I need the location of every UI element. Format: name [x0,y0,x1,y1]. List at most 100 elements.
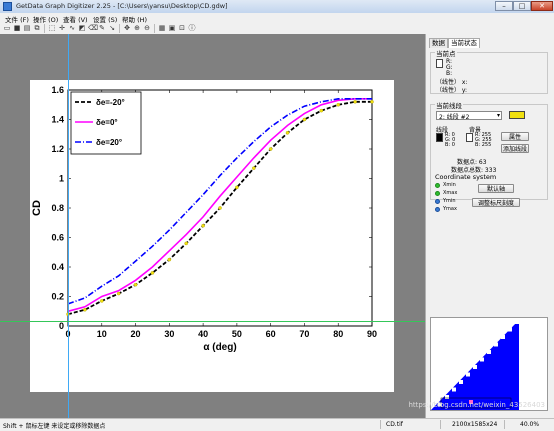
y-tick-label: 0 [59,321,64,331]
legend-label: δe=20° [96,138,122,147]
print-icon[interactable]: ▤ [23,24,31,32]
data-point-marker [336,102,340,107]
ymin-label: Ymin [443,198,456,204]
line-marker-color[interactable] [509,111,525,119]
data-point-marker [252,166,256,170]
eraser-icon[interactable]: ⌫ [88,24,98,32]
pencil-icon[interactable]: ✎ [98,24,106,32]
copy-icon[interactable]: ⧉ [33,24,41,32]
tab-data[interactable]: 数据 [429,38,448,48]
select-icon[interactable]: ⬚ [48,24,56,32]
line-properties-button[interactable]: 属性 [501,132,529,141]
coord-system-group: Coordinate system Xmin Xmax Ymin Ymax 默认… [430,173,548,218]
x-tick-label: 70 [299,329,309,339]
current-point-group: 当前点 R: G: B: （线性） x: （线性） y: [430,48,548,94]
point-y: （线性） y: [436,87,468,94]
legend-label: δe=0° [96,118,118,127]
image-workspace[interactable]: 010203040506070809000.20.40.60.811.21.41… [0,34,425,418]
overview-step [466,372,470,377]
chevron-down-icon: ▾ [496,112,500,119]
menu-bar: 文件 (F) 操作 (O) 查看 (V) 设置 (S) 帮助 (H) [0,13,554,24]
overview-step [480,357,484,362]
overview-step [473,365,477,369]
app-icon [3,2,12,11]
status-size: 2100x1585x24 [452,421,498,428]
status-bar: Shift + 鼠标左键 来设定或移除数据点 CD.tif 2100x1585x… [0,418,554,431]
x-tick-label: 50 [232,329,242,339]
xmax-radio[interactable] [435,191,440,196]
status-file: CD.tif [386,421,403,428]
watermark: https://blog.csdn.net/weixin_43526403 [408,401,545,409]
maximize-button[interactable]: □ [513,1,531,11]
y-tick-label: 0.8 [51,203,64,213]
overview-svg [431,320,519,410]
status-zoom: 40.0% [520,421,540,428]
data-point-marker [370,100,374,104]
area-icon[interactable]: ◩ [78,24,86,32]
legend-label: δe=-20° [96,98,125,107]
ymax-label: Ymax [443,206,457,212]
save-icon[interactable]: ■ [13,24,21,32]
x-tick-label: 90 [367,329,377,339]
move-icon[interactable]: ✥ [123,24,131,32]
data-point-marker [302,117,307,122]
x-tick-label: 40 [198,329,208,339]
add-line-button[interactable]: 添加线段 [501,144,529,153]
title-bar: GetData Graph Digitizer 2.25 - [C:\Users… [0,0,554,14]
line-select-value: 2: 线段 #2 [439,114,470,121]
default-axis-button[interactable]: 默认轴 [478,184,514,193]
info-icon[interactable]: ⓘ [188,24,196,32]
arrow-icon[interactable]: ↘ [108,24,116,32]
adjust-scale-button[interactable]: 调整标尺刻度 [472,198,520,207]
zoom-out-icon[interactable]: ⊖ [143,24,151,32]
x-tick-label: 30 [164,329,174,339]
overview-step [501,335,505,339]
ymax-radio[interactable] [435,207,440,212]
line-icon[interactable]: ∿ [68,24,76,32]
tab-current-status[interactable]: 当前状态 [448,38,480,48]
data-point-marker [218,206,222,210]
data-point-marker [150,271,155,275]
overview-step [445,395,449,399]
chart-svg: 010203040506070809000.20.40.60.811.21.41… [31,85,377,353]
x-tick-label: 10 [97,329,107,339]
data-point-marker [167,257,172,262]
side-panel: 数据 当前状态 当前点 R: G: B: （线性） x: （线性） y: 当前线… [408,34,554,418]
grid-icon[interactable]: ▦ [158,24,166,32]
window-title: GetData Graph Digitizer 2.25 - [C:\Users… [16,2,228,10]
loaded-chart-image[interactable]: 010203040506070809000.20.40.60.811.21.41… [30,80,394,392]
y-tick-label: 0.2 [51,292,64,302]
close-button[interactable]: ✕ [531,1,553,11]
data-point-marker [116,291,121,296]
overview-step [459,380,463,384]
zoom-in-icon[interactable]: ⊕ [133,24,141,32]
y-tick-label: 1.2 [51,144,64,154]
point-icon[interactable]: ✛ [58,24,66,32]
y-tick-label: 1.6 [51,85,64,95]
point-b: B: [446,70,453,77]
image-overview[interactable]: https://blog.csdn.net/weixin_43526403 [408,317,548,411]
data-point-marker [353,100,357,104]
x-axis-label: α (deg) [203,342,236,353]
fit-icon[interactable]: ⊡ [178,24,186,32]
line-color-swatch[interactable] [436,133,443,142]
line-b: B: 0 [445,142,455,148]
y-tick-label: 1.4 [51,115,64,125]
data-point-marker [184,241,188,246]
overview-step [515,320,519,324]
bg-color-swatch[interactable] [466,133,473,142]
open-icon[interactable]: ▭ [3,24,11,32]
ymin-radio[interactable] [435,199,440,204]
xmin-radio[interactable] [435,183,440,188]
data-point-marker [268,147,273,151]
line-select[interactable]: 2: 线段 #2 ▾ [436,111,502,121]
data-point-marker [201,223,205,228]
xmax-label: Xmax [443,190,458,196]
image-icon[interactable]: ▣ [168,24,176,32]
overview-step [487,350,491,354]
overview-step [452,387,456,392]
status-hint: Shift + 鼠标左键 来设定或移除数据点 [3,423,106,430]
minimize-button[interactable]: – [495,1,513,11]
data-point-marker [235,185,239,190]
status-divider [504,420,505,429]
